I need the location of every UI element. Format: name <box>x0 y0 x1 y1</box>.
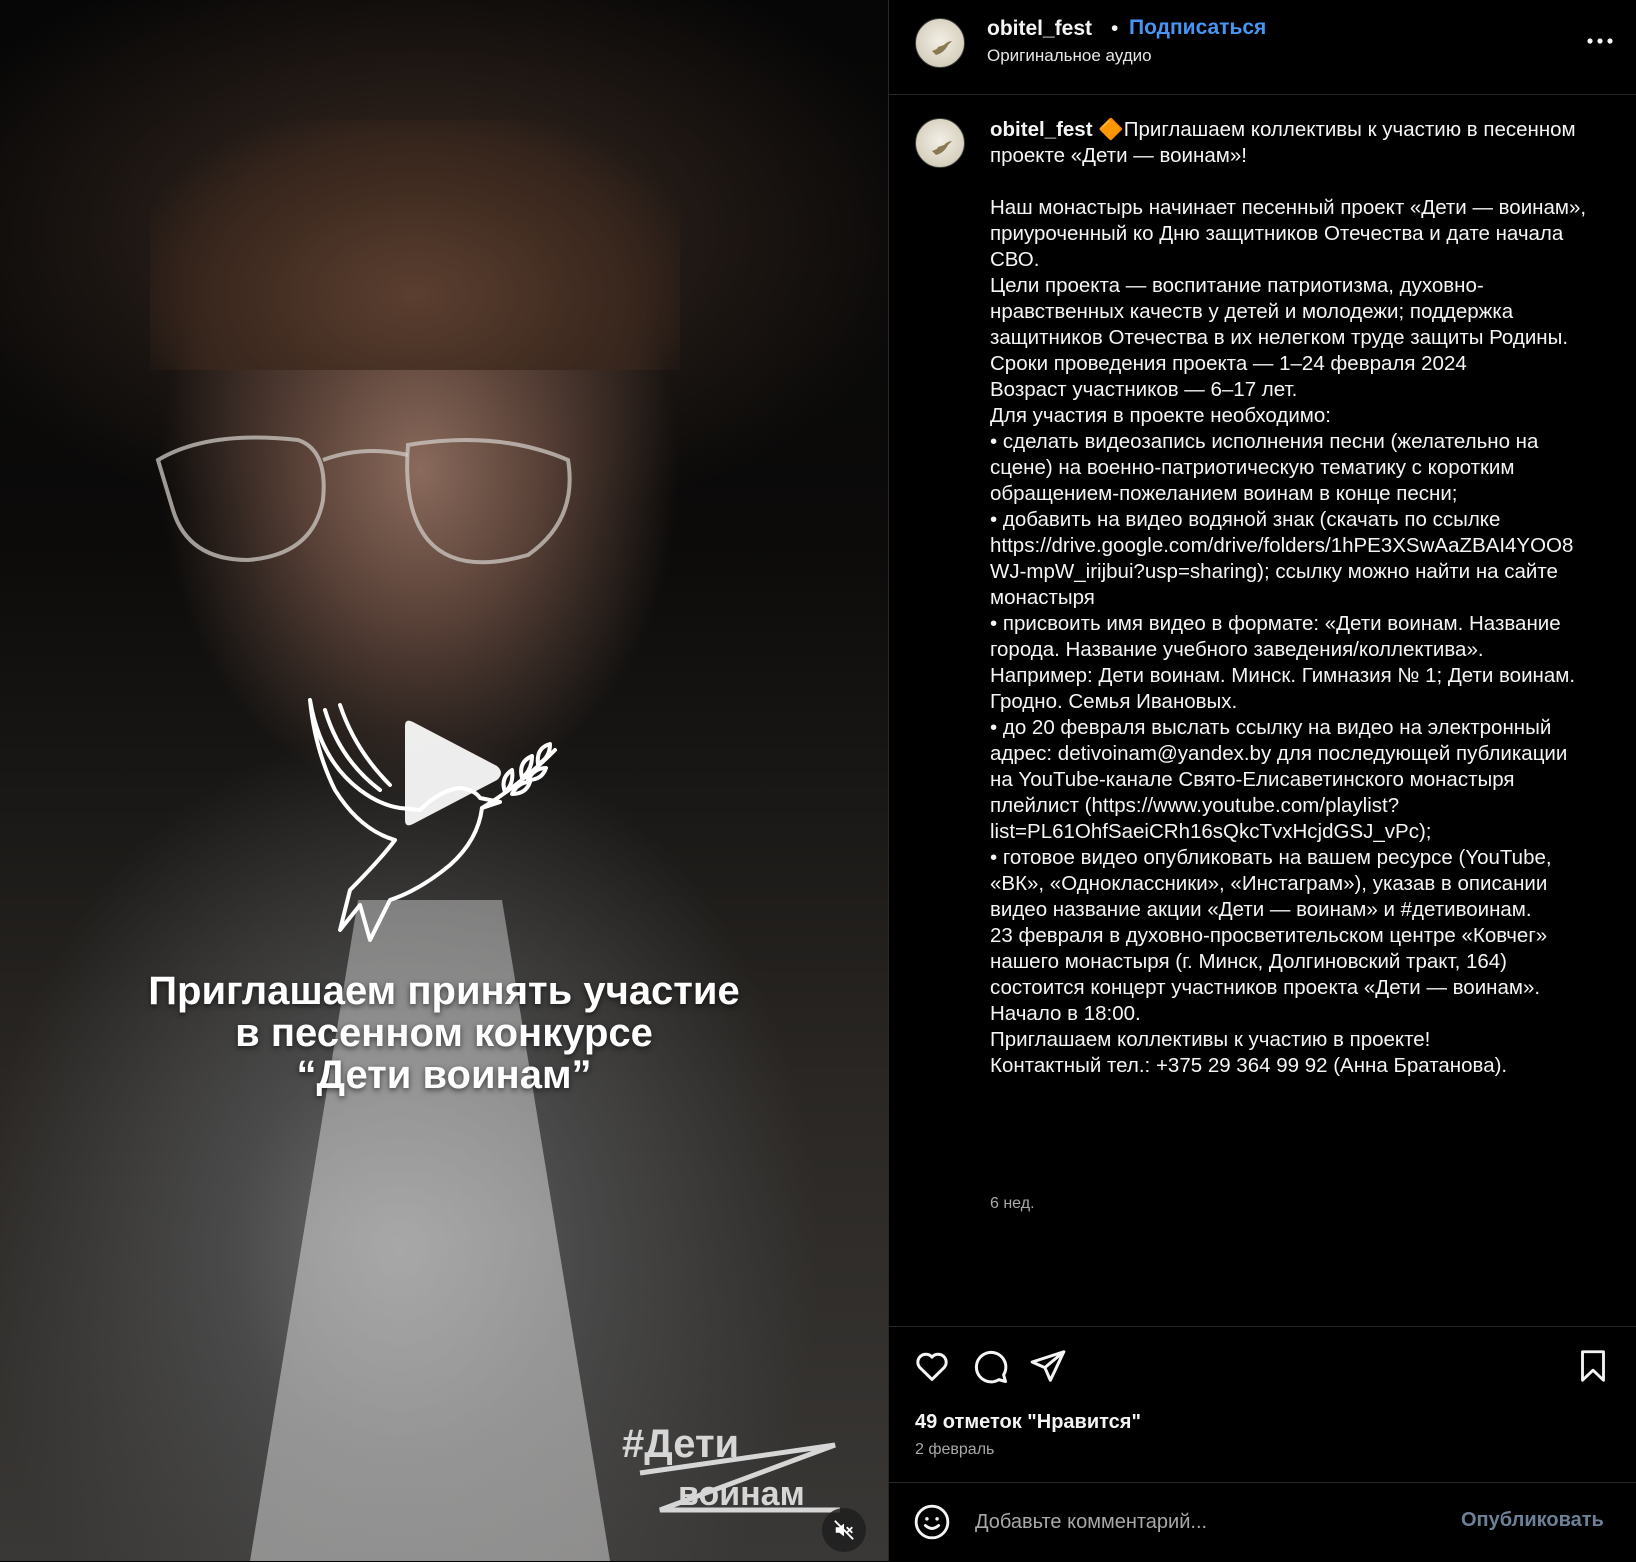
video-hair-shape <box>150 120 680 370</box>
more-options-button[interactable] <box>1583 24 1617 58</box>
publish-comment-button[interactable]: Опубликовать <box>1461 1509 1604 1532</box>
orange-diamond-emoji: 🔶 <box>1098 118 1124 141</box>
hashtag-line-2: воинам <box>678 1475 805 1513</box>
video-overlay-caption: Приглашаем принять участие в песенном ко… <box>0 970 888 1096</box>
original-audio-link[interactable]: Оригинальное аудио <box>987 46 1152 66</box>
video-caption-line: в песенном конкурсе <box>235 1011 653 1055</box>
caption-time-ago: 6 нед. <box>990 1195 1035 1212</box>
dove-avatar-icon <box>928 135 952 155</box>
post-actions: 49 отметок "Нравится" 2 февраль <box>889 1326 1636 1482</box>
smiley-icon[interactable] <box>913 1503 951 1541</box>
comment-composer: Опубликовать <box>889 1482 1636 1562</box>
play-icon[interactable] <box>395 718 505 828</box>
video-caption-line: “Дети воинам” <box>296 1053 592 1097</box>
comment-input[interactable] <box>973 1501 1437 1543</box>
muted-speaker-icon <box>834 1520 854 1540</box>
header-username[interactable]: obitel_fest <box>987 17 1092 41</box>
mute-toggle-button[interactable] <box>822 1508 866 1552</box>
post-header: obitel_fest • Подписаться Оригинальное а… <box>889 0 1636 95</box>
avatar[interactable] <box>915 18 965 68</box>
post-side-panel: obitel_fest • Подписаться Оригинальное а… <box>888 0 1636 1561</box>
caption-text: Приглашаем коллективы к участию в песенн… <box>990 118 1587 1077</box>
caption-username[interactable]: obitel_fest <box>990 118 1093 141</box>
caption-section: obitel_fest 🔶Приглашаем коллективы к уча… <box>889 95 1636 1325</box>
post-caption: obitel_fest 🔶Приглашаем коллективы к уча… <box>990 117 1590 1079</box>
video-caption-line: Приглашаем принять участие <box>148 969 740 1013</box>
reel-video[interactable]: Приглашаем принять участие в песенном ко… <box>0 0 888 1561</box>
bookmark-icon[interactable] <box>1575 1347 1611 1385</box>
heart-icon[interactable] <box>913 1347 951 1385</box>
paper-plane-icon[interactable] <box>1029 1347 1067 1385</box>
video-glasses-graphic <box>155 435 572 565</box>
caption-avatar[interactable] <box>915 118 965 168</box>
comment-icon[interactable] <box>971 1347 1009 1385</box>
post-date: 2 февраль <box>915 1441 995 1458</box>
follow-button[interactable]: Подписаться <box>1129 16 1266 40</box>
more-horizontal-icon <box>1587 38 1613 44</box>
header-separator: • <box>1111 17 1119 40</box>
hashtag-logo: #Дети воинам <box>622 1422 840 1513</box>
dove-avatar-icon <box>928 35 952 55</box>
likes-count[interactable]: 49 отметок "Нравится" <box>915 1411 1141 1434</box>
